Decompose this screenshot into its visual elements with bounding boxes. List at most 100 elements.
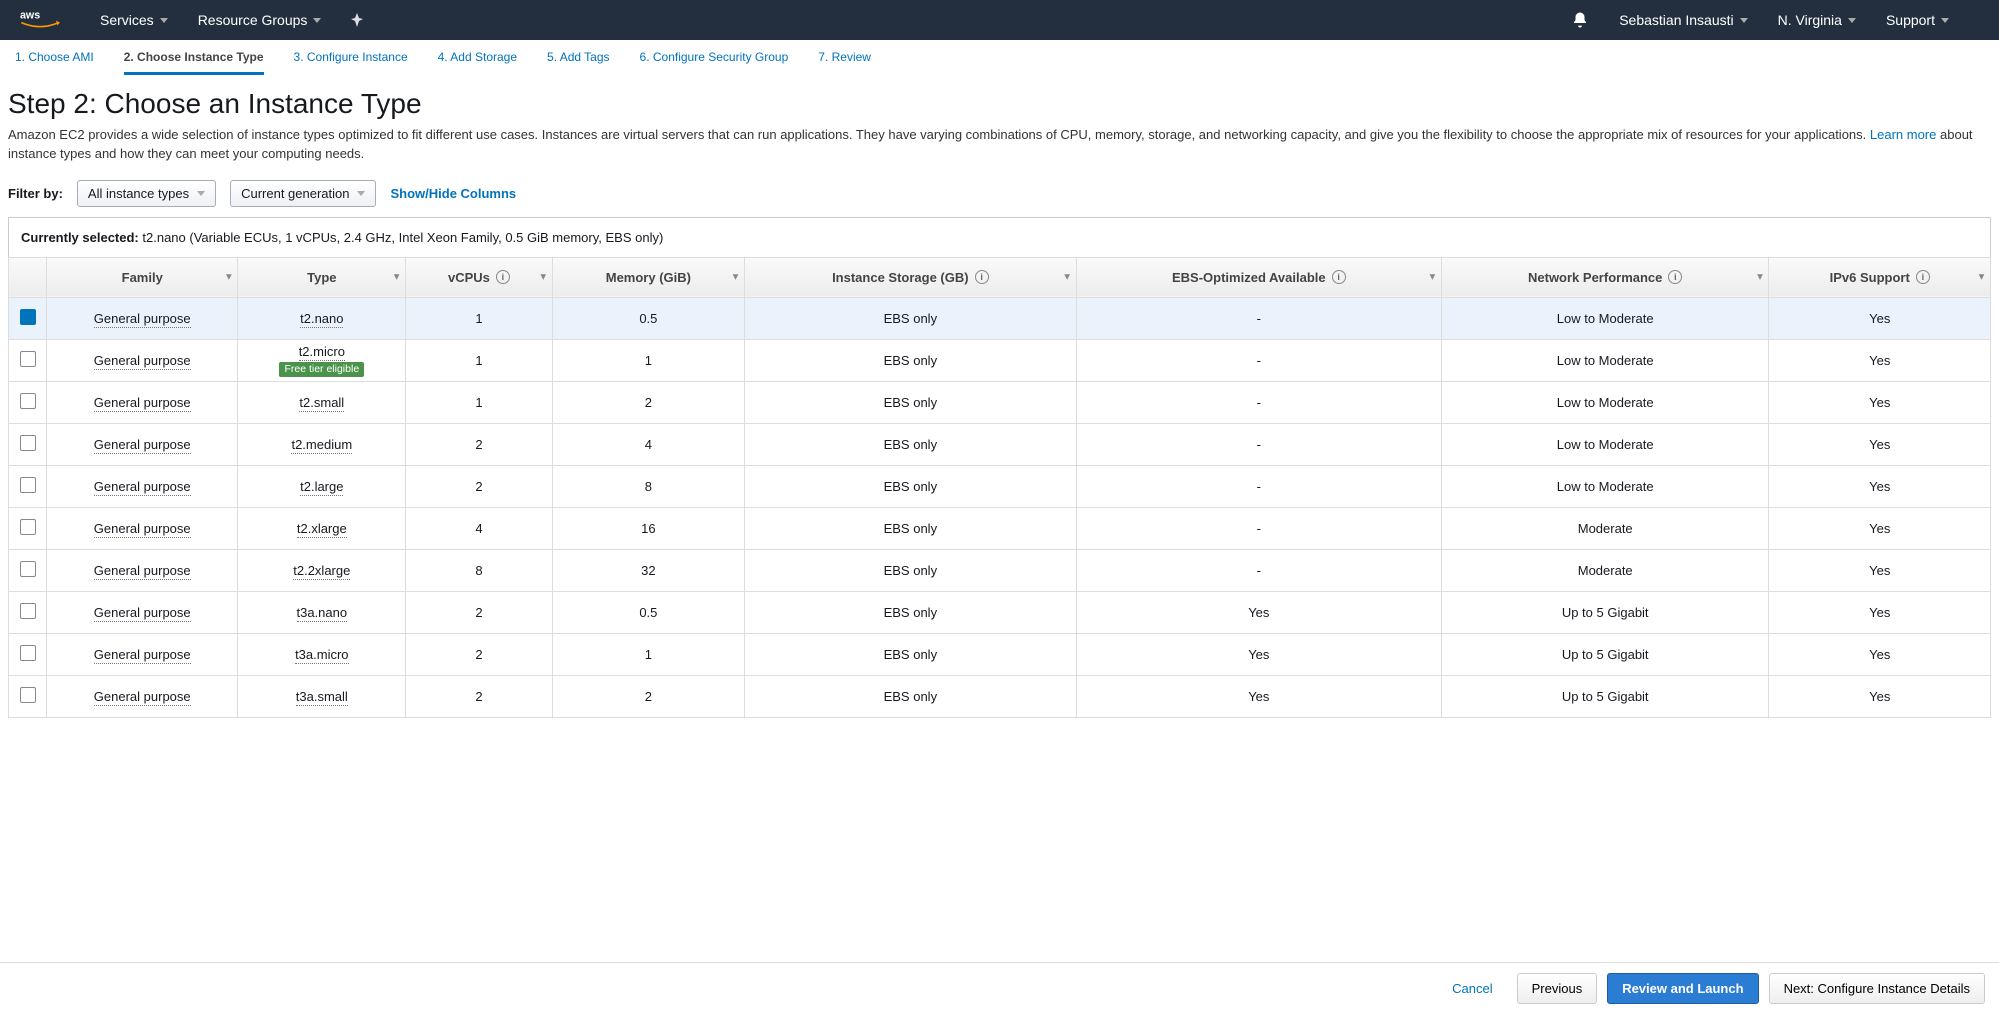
instance-type-filter[interactable]: All instance types	[77, 180, 216, 207]
previous-button[interactable]: Previous	[1517, 973, 1598, 1004]
row-select-cell[interactable]	[9, 549, 47, 591]
table-row[interactable]: General purpose t2.xlarge 4 16 EBS only …	[9, 507, 1991, 549]
show-hide-columns-link[interactable]: Show/Hide Columns	[390, 186, 516, 201]
row-checkbox[interactable]	[20, 645, 36, 661]
col-network[interactable]: Network Performancei▾	[1441, 257, 1769, 297]
table-row[interactable]: General purpose t3a.small 2 2 EBS only Y…	[9, 675, 1991, 717]
step-2[interactable]: 2. Choose Instance Type	[124, 50, 264, 75]
region-menu[interactable]: N. Virginia	[1778, 12, 1856, 28]
row-checkbox[interactable]	[20, 393, 36, 409]
account-menu[interactable]: Sebastian Insausti	[1619, 12, 1747, 28]
review-launch-button[interactable]: Review and Launch	[1607, 973, 1758, 1004]
row-checkbox[interactable]	[20, 687, 36, 703]
row-select-cell[interactable]	[9, 465, 47, 507]
table-row[interactable]: General purpose t2.small 1 2 EBS only - …	[9, 381, 1991, 423]
row-select-cell[interactable]	[9, 591, 47, 633]
chevron-down-icon: ▾	[1979, 272, 1984, 283]
vcpus-cell: 8	[406, 549, 553, 591]
support-menu[interactable]: Support	[1886, 12, 1949, 28]
row-checkbox[interactable]	[20, 435, 36, 451]
col-type[interactable]: Type▾	[238, 257, 406, 297]
resource-groups-menu[interactable]: Resource Groups	[198, 12, 322, 28]
col-family[interactable]: Family▾	[47, 257, 238, 297]
table-row[interactable]: General purpose t2.microFree tier eligib…	[9, 339, 1991, 381]
chevron-down-icon: ▾	[1757, 272, 1762, 283]
memory-cell: 4	[552, 423, 744, 465]
type-cell: t2.microFree tier eligible	[238, 339, 406, 381]
row-select-cell[interactable]	[9, 633, 47, 675]
step-5[interactable]: 5. Add Tags	[547, 50, 610, 75]
family-cell: General purpose	[47, 675, 238, 717]
family-cell: General purpose	[47, 633, 238, 675]
table-row[interactable]: General purpose t3a.nano 2 0.5 EBS only …	[9, 591, 1991, 633]
svg-text:aws: aws	[20, 10, 40, 22]
row-select-cell[interactable]	[9, 423, 47, 465]
step-6[interactable]: 6. Configure Security Group	[640, 50, 789, 75]
type-cell: t3a.nano	[238, 591, 406, 633]
type-cell: t2.medium	[238, 423, 406, 465]
col-ebs[interactable]: EBS-Optimized Availablei▾	[1076, 257, 1441, 297]
learn-more-link[interactable]: Learn more	[1870, 127, 1936, 142]
filter-label: Filter by:	[8, 186, 63, 201]
family-cell: General purpose	[47, 423, 238, 465]
col-vcpus[interactable]: vCPUsi▾	[406, 257, 553, 297]
table-row[interactable]: General purpose t2.medium 2 4 EBS only -…	[9, 423, 1991, 465]
row-select-cell[interactable]	[9, 507, 47, 549]
table-row[interactable]: General purpose t3a.micro 2 1 EBS only Y…	[9, 633, 1991, 675]
info-icon[interactable]: i	[1668, 270, 1682, 284]
type-cell: t3a.small	[238, 675, 406, 717]
row-select-cell[interactable]	[9, 339, 47, 381]
step-1[interactable]: 1. Choose AMI	[15, 50, 94, 75]
ipv6-cell: Yes	[1769, 507, 1991, 549]
row-select-cell[interactable]	[9, 297, 47, 339]
ebs-cell: -	[1076, 549, 1441, 591]
table-row[interactable]: General purpose t2.large 2 8 EBS only - …	[9, 465, 1991, 507]
step-7[interactable]: 7. Review	[818, 50, 871, 75]
col-select	[9, 257, 47, 297]
chevron-down-icon	[1740, 18, 1748, 23]
table-row[interactable]: General purpose t2.nano 1 0.5 EBS only -…	[9, 297, 1991, 339]
table-row[interactable]: General purpose t2.2xlarge 8 32 EBS only…	[9, 549, 1991, 591]
ipv6-cell: Yes	[1769, 339, 1991, 381]
memory-cell: 0.5	[552, 297, 744, 339]
generation-filter[interactable]: Current generation	[230, 180, 376, 207]
col-storage[interactable]: Instance Storage (GB)i▾	[744, 257, 1076, 297]
info-icon[interactable]: i	[496, 270, 510, 284]
notifications-button[interactable]	[1571, 11, 1589, 29]
ipv6-cell: Yes	[1769, 633, 1991, 675]
row-checkbox[interactable]	[20, 309, 36, 325]
aws-logo[interactable]: aws	[20, 8, 60, 32]
info-icon[interactable]: i	[1916, 270, 1930, 284]
next-button[interactable]: Next: Configure Instance Details	[1769, 973, 1985, 1004]
row-checkbox[interactable]	[20, 519, 36, 535]
memory-cell: 2	[552, 675, 744, 717]
col-ipv6[interactable]: IPv6 Supporti▾	[1769, 257, 1991, 297]
cancel-button[interactable]: Cancel	[1438, 974, 1506, 1003]
col-memory[interactable]: Memory (GiB)▾	[552, 257, 744, 297]
instance-type-table: Family▾ Type▾ vCPUsi▾ Memory (GiB)▾ Inst…	[8, 257, 1991, 718]
step-3[interactable]: 3. Configure Instance	[294, 50, 408, 75]
resource-groups-label: Resource Groups	[198, 12, 308, 28]
wizard-steps: 1. Choose AMI 2. Choose Instance Type 3.…	[0, 40, 1999, 75]
storage-cell: EBS only	[744, 297, 1076, 339]
vcpus-cell: 2	[406, 591, 553, 633]
row-select-cell[interactable]	[9, 675, 47, 717]
memory-cell: 8	[552, 465, 744, 507]
vcpus-cell: 2	[406, 423, 553, 465]
ebs-cell: -	[1076, 423, 1441, 465]
info-icon[interactable]: i	[1332, 270, 1346, 284]
row-checkbox[interactable]	[20, 603, 36, 619]
network-cell: Low to Moderate	[1441, 465, 1769, 507]
top-nav: aws Services Resource Groups Sebastian I…	[0, 0, 1999, 40]
chevron-down-icon	[1941, 18, 1949, 23]
row-checkbox[interactable]	[20, 477, 36, 493]
step-4[interactable]: 4. Add Storage	[438, 50, 517, 75]
services-menu[interactable]: Services	[100, 12, 168, 28]
network-cell: Low to Moderate	[1441, 423, 1769, 465]
row-checkbox[interactable]	[20, 351, 36, 367]
pin-button[interactable]	[351, 13, 363, 27]
row-checkbox[interactable]	[20, 561, 36, 577]
info-icon[interactable]: i	[975, 270, 989, 284]
storage-cell: EBS only	[744, 339, 1076, 381]
row-select-cell[interactable]	[9, 381, 47, 423]
